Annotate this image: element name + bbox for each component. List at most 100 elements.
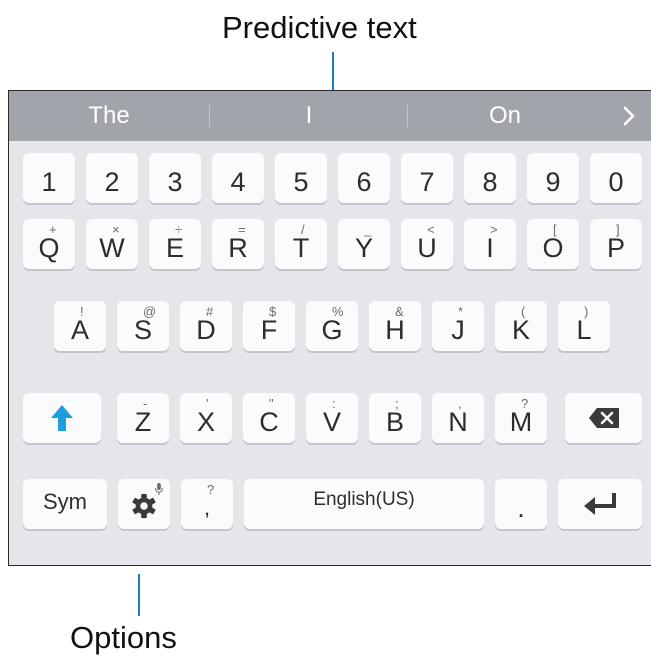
key-3[interactable]: 3 xyxy=(149,153,201,203)
key-0[interactable]: 0 xyxy=(590,153,642,203)
suggestion-divider xyxy=(407,105,408,127)
key-label: Y xyxy=(354,233,373,263)
key-9[interactable]: 9 xyxy=(527,153,579,203)
key-label: 0 xyxy=(608,167,624,197)
callout-options: Options xyxy=(70,620,177,655)
key-i[interactable]: > I xyxy=(464,219,516,269)
callout-line-top xyxy=(332,52,334,92)
chevron-right-icon[interactable] xyxy=(616,103,642,129)
key-l[interactable]: ) L xyxy=(558,301,610,351)
key-label: A xyxy=(70,315,89,345)
key-label: , xyxy=(203,495,211,520)
key-label: B xyxy=(385,407,404,437)
key-label: R xyxy=(228,233,248,263)
key-label: . xyxy=(517,493,525,523)
key-4[interactable]: 4 xyxy=(212,153,264,203)
key-label: Q xyxy=(38,233,60,263)
predictive-text-bar: The I On xyxy=(9,91,651,141)
key-k[interactable]: (K xyxy=(495,301,547,351)
period-key[interactable]: . xyxy=(495,479,547,529)
key-label: C xyxy=(259,407,279,437)
options-key[interactable] xyxy=(118,479,170,529)
key-o[interactable]: [O xyxy=(527,219,579,269)
suggestion-2[interactable]: I xyxy=(249,91,369,141)
callout-predictive-text: Predictive text xyxy=(222,10,417,45)
key-y[interactable]: _ Y xyxy=(338,219,390,269)
key-label: 9 xyxy=(545,167,561,197)
suggestion-divider xyxy=(209,105,210,127)
key-u[interactable]: < U xyxy=(401,219,453,269)
key-n[interactable]: ,N xyxy=(432,393,484,443)
key-x[interactable]: ' X xyxy=(180,393,232,443)
key-label: 6 xyxy=(356,167,372,197)
key-label: D xyxy=(196,315,216,345)
key-label: I xyxy=(486,233,494,263)
key-label: U xyxy=(417,233,437,263)
key-j[interactable]: * J xyxy=(432,301,484,351)
space-language-label: English(US) xyxy=(313,489,415,510)
shift-arrow-icon xyxy=(51,405,73,431)
key-r[interactable]: = R xyxy=(212,219,264,269)
key-w[interactable]: × W xyxy=(86,219,138,269)
key-7[interactable]: 7 xyxy=(401,153,453,203)
key-e[interactable]: ÷ E xyxy=(149,219,201,269)
key-label: X xyxy=(196,407,215,437)
enter-icon xyxy=(584,493,616,515)
key-label: L xyxy=(576,315,592,345)
gear-icon xyxy=(132,493,156,519)
key-label: 4 xyxy=(230,167,246,197)
key-d[interactable]: # D xyxy=(180,301,232,351)
key-label: 1 xyxy=(41,167,57,197)
key-label: W xyxy=(99,233,125,263)
key-label: 7 xyxy=(419,167,435,197)
callout-line-bottom xyxy=(138,574,140,616)
key-t[interactable]: / T xyxy=(275,219,327,269)
suggestion-1[interactable]: The xyxy=(49,91,169,141)
key-label: V xyxy=(322,407,341,437)
key-label: 3 xyxy=(167,167,183,197)
comma-key[interactable]: ?, xyxy=(181,479,233,529)
key-label: F xyxy=(260,315,278,345)
key-f[interactable]: $ F xyxy=(243,301,295,351)
key-h[interactable]: & H xyxy=(369,301,421,351)
enter-key[interactable] xyxy=(558,479,642,529)
key-label: Sym xyxy=(43,489,87,514)
key-label: K xyxy=(511,315,530,345)
key-8[interactable]: 8 xyxy=(464,153,516,203)
key-v[interactable]: :V xyxy=(306,393,358,443)
key-label: P xyxy=(606,233,625,263)
key-s[interactable]: @ S xyxy=(117,301,169,351)
key-label: N xyxy=(448,407,468,437)
key-label: H xyxy=(385,315,405,345)
key-a[interactable]: ! A xyxy=(54,301,106,351)
key-label: J xyxy=(451,315,465,345)
key-b[interactable]: ; B xyxy=(369,393,421,443)
suggestion-3[interactable]: On xyxy=(445,91,565,141)
keyboard: The I On 1 2 3 4 5 6 7 8 9 0 + Q × W ÷ E = R… xyxy=(8,90,651,566)
key-label: M xyxy=(509,407,533,437)
sym-key[interactable]: Sym xyxy=(23,479,107,529)
key-label: S xyxy=(133,315,152,345)
backspace-icon xyxy=(588,408,619,428)
key-z[interactable]: -Z xyxy=(117,393,169,443)
key-g[interactable]: % G xyxy=(306,301,358,351)
key-label: 8 xyxy=(482,167,498,197)
key-label: E xyxy=(165,233,184,263)
backspace-key[interactable] xyxy=(565,393,642,443)
key-label: O xyxy=(542,233,564,263)
key-label: 5 xyxy=(293,167,309,197)
key-q[interactable]: + Q xyxy=(23,219,75,269)
key-label: 2 xyxy=(104,167,120,197)
shift-key[interactable] xyxy=(23,393,101,443)
key-2[interactable]: 2 xyxy=(86,153,138,203)
key-m[interactable]: ? M xyxy=(495,393,547,443)
key-1[interactable]: 1 xyxy=(23,153,75,203)
key-p[interactable]: ] P xyxy=(590,219,642,269)
key-6[interactable]: 6 xyxy=(338,153,390,203)
space-key[interactable]: English(US) xyxy=(244,479,484,529)
key-label: Z xyxy=(134,407,152,437)
key-c[interactable]: " C xyxy=(243,393,295,443)
key-5[interactable]: 5 xyxy=(275,153,327,203)
key-label: G xyxy=(321,315,343,345)
key-label: T xyxy=(292,233,310,263)
